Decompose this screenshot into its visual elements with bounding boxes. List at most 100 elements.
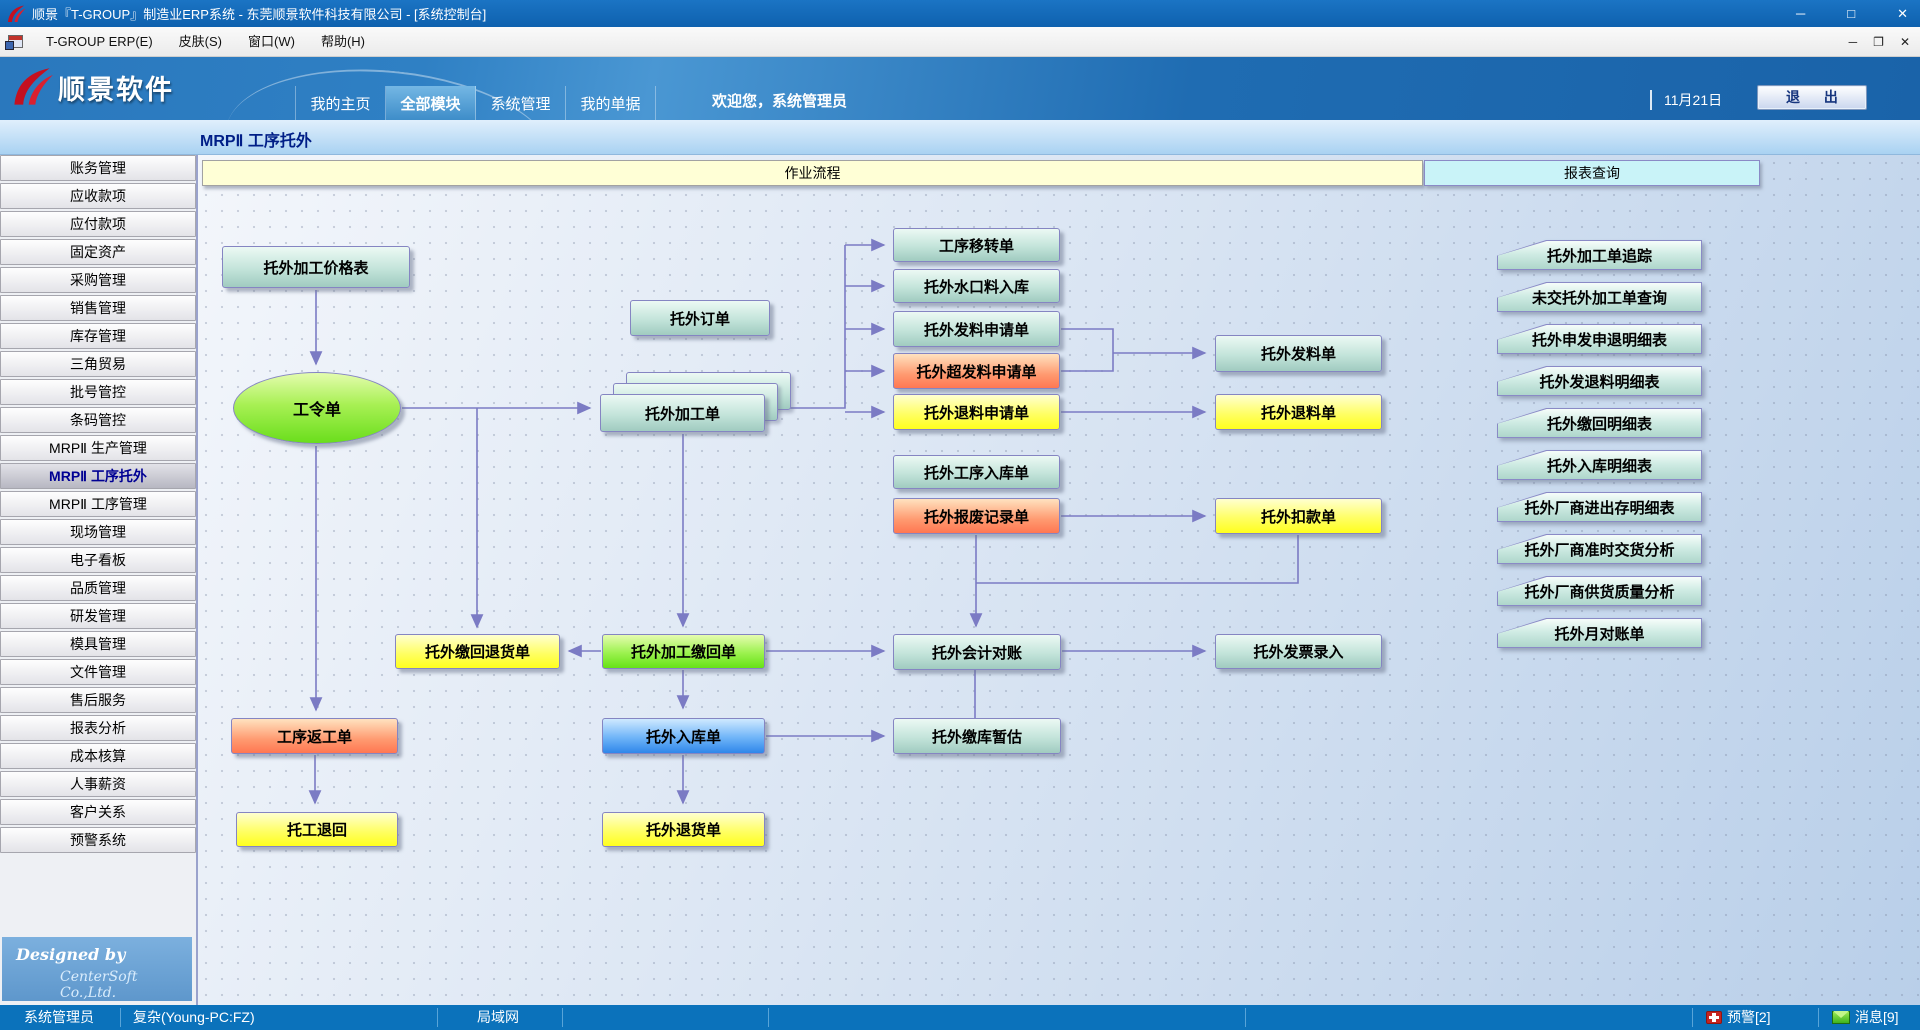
report-button-vendor-supply-quality[interactable]: 托外厂商供货质量分析 — [1497, 576, 1702, 606]
designed-by-text: Designed by — [2, 937, 192, 964]
status-message[interactable]: 消息[9] — [1832, 1005, 1899, 1030]
report-button-process-order-tracking[interactable]: 托外加工单追踪 — [1497, 240, 1702, 270]
sidebar-item-e-kanban[interactable]: 电子看板 — [0, 547, 196, 573]
flow-node-handback-return-goods[interactable]: 托外缴回退货单 — [395, 634, 560, 669]
shunjing-logo-icon — [10, 65, 54, 109]
page-title: MRPⅡ 工序托外 — [200, 127, 312, 151]
mdi-child-icon — [8, 35, 23, 48]
sidebar-item-costing[interactable]: 成本核算 — [0, 743, 196, 769]
sidebar-item-triangle-trade[interactable]: 三角贸易 — [0, 351, 196, 377]
window-maximize-button[interactable]: □ — [1847, 6, 1855, 21]
sidebar-item-alert-system[interactable]: 预警系统 — [0, 827, 196, 853]
envelope-icon — [1832, 1011, 1850, 1024]
flow-node-price-table[interactable]: 托外加工价格表 — [222, 246, 410, 288]
sidebar-item-accounting[interactable]: 账务管理 — [0, 155, 196, 181]
company-text: CenterSoft Co.,Ltd. — [2, 964, 192, 1001]
status-network: 局域网 — [477, 1005, 519, 1030]
tab-all-modules[interactable]: 全部模块 — [386, 86, 476, 120]
status-client: 复杂(Young-PC:FZ) — [133, 1005, 255, 1030]
sidebar-item-inventory[interactable]: 库存管理 — [0, 323, 196, 349]
brand-name: 顺景软件 — [58, 68, 174, 107]
flow-node-process-rework[interactable]: 工序返工单 — [231, 718, 398, 754]
window-titlebar: 顺景『T-GROUP』制造业ERP系统 - 东莞顺景软件科技有限公司 - [系统… — [0, 0, 1920, 27]
tab-my-documents[interactable]: 我的单据 — [566, 86, 656, 120]
sidebar-item-quality[interactable]: 品质管理 — [0, 575, 196, 601]
logout-button[interactable]: 退 出 — [1757, 85, 1867, 110]
top-banner: 顺景软件 我的主页 全部模块 系统管理 我的单据 欢迎您，系统管理员 11月21… — [0, 57, 1920, 120]
flow-node-issue-note[interactable]: 托外发料单 — [1215, 335, 1382, 372]
tab-my-home[interactable]: 我的主页 — [296, 86, 386, 120]
flow-node-outsource-order[interactable]: 托外订单 — [630, 300, 770, 336]
report-button-undelivered-order-query[interactable]: 未交托外加工单查询 — [1497, 282, 1702, 312]
child-restore-button[interactable]: ❐ — [1873, 35, 1884, 49]
shunjing-logo-icon — [6, 4, 26, 24]
sidebar-item-barcode-control[interactable]: 条码管控 — [0, 407, 196, 433]
sidebar-item-mold[interactable]: 模具管理 — [0, 631, 196, 657]
report-button-warehouse-in-detail[interactable]: 托外入库明细表 — [1497, 450, 1702, 480]
sidebar-item-fixed-assets[interactable]: 固定资产 — [0, 239, 196, 265]
flow-node-outsource-process-order[interactable]: 托外加工单 — [600, 394, 765, 432]
menu-skin[interactable]: 皮肤(S) — [166, 27, 235, 57]
report-button-vendor-in-out-stock-detail[interactable]: 托外厂商进出存明细表 — [1497, 492, 1702, 522]
menu-tgroup-erp[interactable]: T-GROUP ERP(E) — [33, 27, 166, 57]
brand-block: 顺景软件 — [10, 65, 174, 109]
menu-window[interactable]: 窗口(W) — [235, 27, 308, 57]
flow-node-process-transfer[interactable]: 工序移转单 — [893, 228, 1060, 262]
sidebar-item-mrp2-process[interactable]: MRPⅡ 工序管理 — [0, 491, 196, 517]
sidebar-item-payables[interactable]: 应付款项 — [0, 211, 196, 237]
sidebar-item-document[interactable]: 文件管理 — [0, 659, 196, 685]
sidebar-item-report-analysis[interactable]: 报表分析 — [0, 715, 196, 741]
flow-node-outwork-return[interactable]: 托工退回 — [236, 812, 398, 847]
flow-node-warehouse-accrual[interactable]: 托外缴库暂估 — [893, 718, 1061, 754]
flow-node-accounting-reconcile[interactable]: 托外会计对账 — [893, 634, 1061, 670]
flow-node-return-note[interactable]: 托外退料单 — [1215, 394, 1382, 430]
flow-node-process-warehouse-in[interactable]: 托外工序入库单 — [893, 455, 1060, 489]
band-work-flow: 作业流程 — [202, 160, 1423, 186]
report-button-issue-return-detail[interactable]: 托外发退料明细表 — [1497, 366, 1702, 396]
flow-node-invoice-entry[interactable]: 托外发票录入 — [1215, 634, 1382, 669]
flow-node-scrap-record[interactable]: 托外报废记录单 — [893, 498, 1060, 534]
sidebar-item-crm[interactable]: 客户关系 — [0, 799, 196, 825]
child-close-button[interactable]: ✕ — [1900, 35, 1910, 49]
report-button-vendor-on-time-delivery[interactable]: 托外厂商准时交货分析 — [1497, 534, 1702, 564]
welcome-text: 欢迎您，系统管理员 — [712, 90, 847, 111]
first-aid-kit-icon — [1706, 1011, 1722, 1024]
sidebar-item-hr-payroll[interactable]: 人事薪资 — [0, 771, 196, 797]
window-minimize-button[interactable]: ─ — [1796, 6, 1805, 21]
flow-node-over-issue-apply[interactable]: 托外超发料申请单 — [893, 353, 1060, 389]
flow-node-return-apply[interactable]: 托外退料申请单 — [893, 394, 1060, 430]
designed-by-panel: Designed by CenterSoft Co.,Ltd. — [2, 937, 192, 1001]
sidebar-item-purchasing[interactable]: 采购管理 — [0, 267, 196, 293]
flow-node-issue-apply[interactable]: 托外发料申请单 — [893, 311, 1060, 347]
report-button-handback-detail[interactable]: 托外缴回明细表 — [1497, 408, 1702, 438]
page-header-bar: MRPⅡ 工序托外 — [0, 120, 1920, 155]
sidebar-item-mrp2-outsourcing[interactable]: MRPⅡ 工序托外 — [0, 463, 196, 489]
module-sidebar: 账务管理 应收款项 应付款项 固定资产 采购管理 销售管理 库存管理 三角贸易 … — [0, 155, 198, 1005]
report-button-apply-issue-return-detail[interactable]: 托外申发申退明细表 — [1497, 324, 1702, 354]
window-title: 顺景『T-GROUP』制造业ERP系统 - 东莞顺景软件科技有限公司 - [系统… — [32, 4, 486, 23]
sidebar-item-rnd[interactable]: 研发管理 — [0, 603, 196, 629]
tab-system-management[interactable]: 系统管理 — [476, 86, 566, 120]
status-user: 系统管理员 — [24, 1005, 94, 1030]
flow-node-process-handback[interactable]: 托外加工缴回单 — [602, 634, 765, 669]
sidebar-item-sales[interactable]: 销售管理 — [0, 295, 196, 321]
current-date: 11月21日 — [1650, 90, 1722, 110]
erp-application-window: 顺景『T-GROUP』制造业ERP系统 - 东莞顺景软件科技有限公司 - [系统… — [0, 0, 1920, 1030]
flow-node-return-goods[interactable]: 托外退货单 — [602, 812, 765, 847]
child-minimize-button[interactable]: ─ — [1849, 35, 1858, 49]
menu-bar: T-GROUP ERP(E) 皮肤(S) 窗口(W) 帮助(H) ─ ❐ ✕ — [0, 27, 1920, 57]
sidebar-item-receivables[interactable]: 应收款项 — [0, 183, 196, 209]
status-alert[interactable]: 预警[2] — [1706, 1005, 1771, 1030]
flow-node-water-gate-in[interactable]: 托外水口料入库 — [893, 269, 1060, 303]
sidebar-item-shopfloor[interactable]: 现场管理 — [0, 519, 196, 545]
menu-help[interactable]: 帮助(H) — [308, 27, 378, 57]
window-close-button[interactable]: ✕ — [1897, 6, 1908, 22]
flow-node-warehouse-in[interactable]: 托外入库单 — [602, 718, 765, 754]
status-bar: 系统管理员 复杂(Young-PC:FZ) 局域网 预警[2] 消息[9] — [0, 1005, 1920, 1030]
flow-node-deduction-note[interactable]: 托外扣款单 — [1215, 498, 1382, 534]
flow-node-work-order[interactable]: 工令单 — [233, 372, 401, 444]
sidebar-item-mrp2-production[interactable]: MRPⅡ 生产管理 — [0, 435, 196, 461]
report-button-monthly-statement[interactable]: 托外月对账单 — [1497, 618, 1702, 648]
sidebar-item-lot-control[interactable]: 批号管控 — [0, 379, 196, 405]
sidebar-item-after-sales[interactable]: 售后服务 — [0, 687, 196, 713]
